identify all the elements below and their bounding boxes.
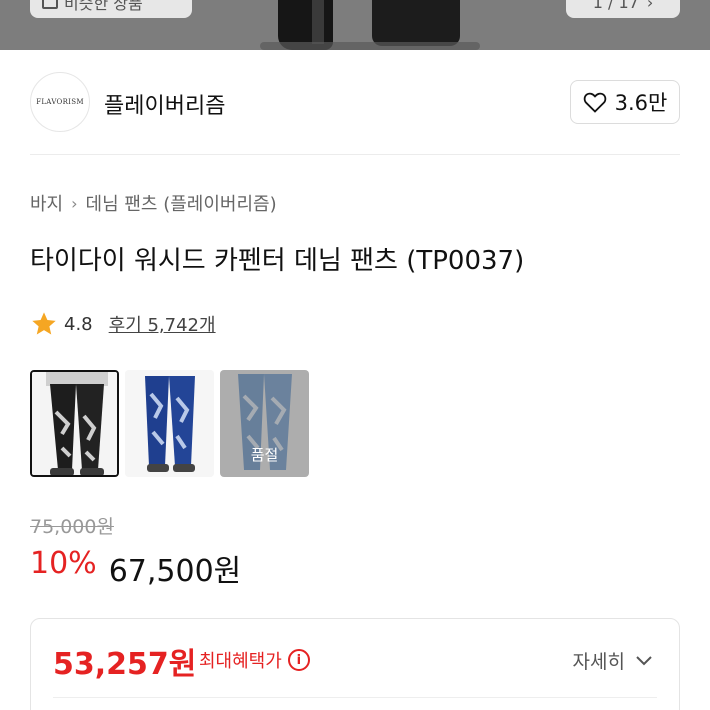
info-icon[interactable]: i xyxy=(287,649,310,671)
similar-products-label: 비슷한 상품 xyxy=(64,0,143,13)
product-title: 타이다이 워시드 카펜터 데님 팬츠 (TP0037) xyxy=(30,246,525,276)
pants-leg-shape xyxy=(372,0,460,46)
max-benefit-label-row: 최대혜택가 i xyxy=(199,647,310,673)
sale-price: 67,500원 xyxy=(108,554,242,589)
chevron-right-icon: › xyxy=(646,0,654,12)
heart-icon xyxy=(583,92,606,113)
chevron-down-icon xyxy=(636,655,652,665)
divider xyxy=(53,697,657,698)
reviews-link[interactable]: 후기 5,742개 xyxy=(109,311,216,337)
color-option-lightblue[interactable]: 품절 xyxy=(220,370,309,477)
brand-logo-text: FLAVORISM xyxy=(36,98,84,106)
black-denim-thumbnail xyxy=(32,372,117,475)
rating-row: 4.8 후기 5,742개 xyxy=(30,310,216,338)
max-benefit-box[interactable]: 53,257원 최대혜택가 i 자세히 xyxy=(30,618,680,710)
brand-logo[interactable]: FLAVORISM xyxy=(30,72,90,132)
image-counter-text: 1 / 17 xyxy=(592,0,639,12)
image-counter[interactable]: 1 / 17 › xyxy=(566,0,680,18)
color-option-black[interactable] xyxy=(30,370,119,477)
brand-row: FLAVORISM 플레이버리즘 3.6만 xyxy=(30,72,680,132)
chevron-right-icon: › xyxy=(71,193,78,213)
color-option-blue[interactable] xyxy=(125,370,214,477)
detail-label: 자세히 xyxy=(572,651,625,673)
pants-seam-shape xyxy=(312,0,324,44)
like-count: 3.6만 xyxy=(614,91,668,115)
detail-toggle[interactable]: 자세히 xyxy=(573,647,653,674)
price-row: 10% 67,500원 xyxy=(30,546,241,590)
discount-rate: 10% xyxy=(30,546,97,581)
original-price: 75,000원 xyxy=(30,516,114,538)
rating-score: 4.8 xyxy=(64,313,93,335)
blue-denim-thumbnail xyxy=(125,370,214,477)
max-benefit-label: 최대혜택가 xyxy=(199,651,282,672)
divider xyxy=(30,154,680,155)
color-options: 품절 xyxy=(30,370,309,477)
breadcrumb: 바지 › 데님 팬츠 (플레이버리즘) xyxy=(30,190,277,216)
floor-shadow xyxy=(260,42,480,50)
brand-name[interactable]: 플레이버리즘 xyxy=(104,88,225,120)
max-benefit-price: 53,257원 xyxy=(53,647,197,682)
soldout-overlay: 품절 xyxy=(220,370,309,477)
image-icon xyxy=(42,0,58,9)
similar-products-button[interactable]: 비슷한 상품 xyxy=(30,0,192,18)
star-icon xyxy=(32,312,56,335)
soldout-label: 품절 xyxy=(250,446,279,464)
product-hero-image[interactable]: 비슷한 상품 1 / 17 › xyxy=(0,0,710,50)
like-button[interactable]: 3.6만 xyxy=(570,80,680,124)
breadcrumb-item-denim[interactable]: 데님 팬츠 (플레이버리즘) xyxy=(86,190,277,216)
breadcrumb-item-pants[interactable]: 바지 xyxy=(30,190,63,216)
